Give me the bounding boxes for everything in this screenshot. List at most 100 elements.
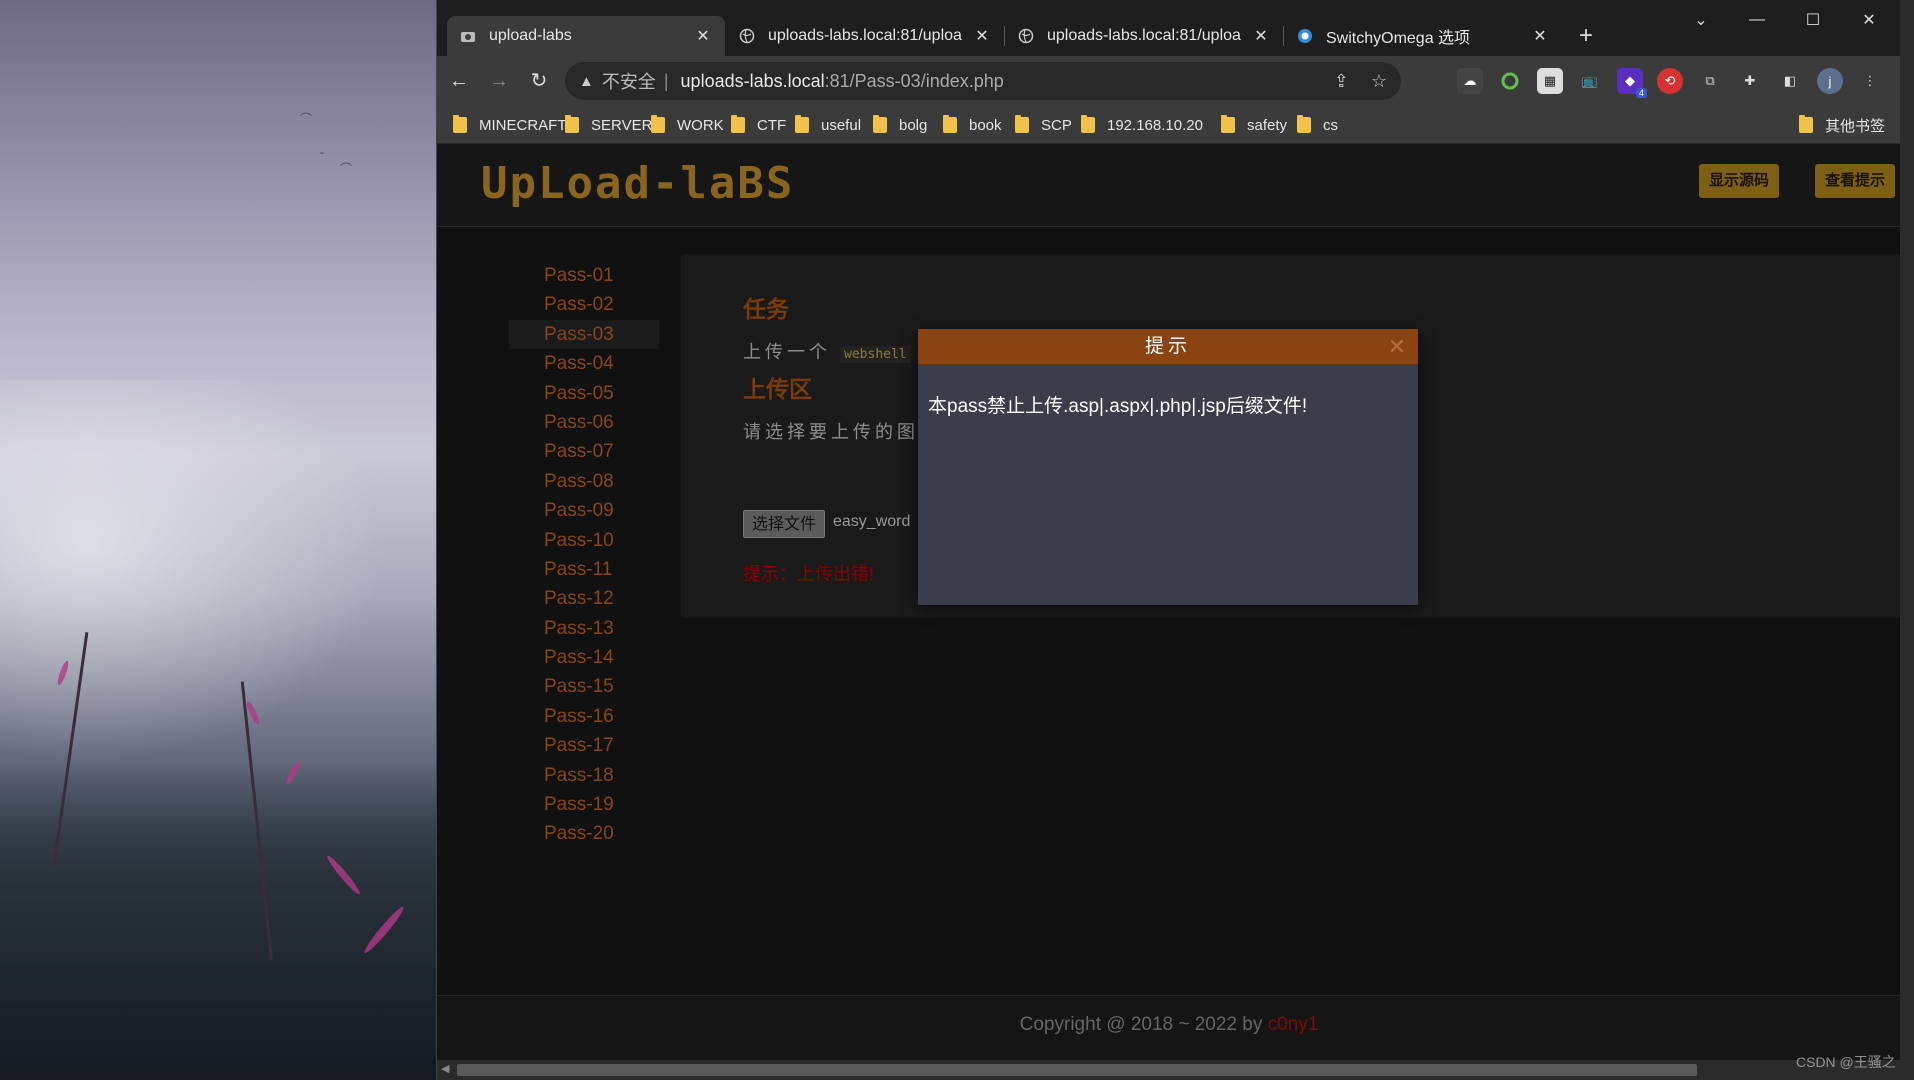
extension-ring-icon[interactable]: [1497, 68, 1523, 94]
sidebar-item-pass-07[interactable]: Pass-07: [509, 437, 659, 466]
tab-uploads-labs-1[interactable]: uploads-labs.local:81/uploa ✕: [726, 16, 1004, 56]
profile-avatar[interactable]: j: [1817, 68, 1843, 94]
scroll-left-icon[interactable]: ◀: [441, 1062, 449, 1075]
back-arrow-icon[interactable]: ←: [443, 65, 475, 97]
more-menu-icon[interactable]: ⋮: [1857, 68, 1883, 94]
browser-window: upload-labs ✕ uploads-labs.local:81/uplo…: [436, 0, 1901, 1080]
minimize-button[interactable]: —: [1729, 0, 1785, 40]
extension-cloud-icon[interactable]: ☁: [1457, 68, 1483, 94]
sidebar-item-pass-18[interactable]: Pass-18: [509, 761, 659, 790]
show-source-button[interactable]: 显示源码: [1699, 164, 1780, 198]
selected-file-name: easy_word: [833, 513, 911, 530]
extension-badge: 4: [1635, 88, 1647, 98]
close-window-button[interactable]: ✕: [1841, 0, 1897, 40]
bookmark-folder[interactable]: CTF: [731, 114, 786, 136]
sidebar-item-pass-16[interactable]: Pass-16: [509, 702, 659, 731]
security-label[interactable]: 不安全: [602, 68, 656, 94]
bookmark-label: WORK: [677, 116, 724, 134]
extensions-puzzle-icon[interactable]: ✚: [1737, 68, 1763, 94]
bookmark-folder[interactable]: bolg: [873, 114, 927, 136]
bookmark-folder[interactable]: WORK: [651, 114, 724, 136]
url-host: uploads-labs.local: [680, 70, 825, 91]
sidebar-item-pass-13[interactable]: Pass-13: [509, 614, 659, 643]
sidebar-item-pass-09[interactable]: Pass-09: [509, 496, 659, 525]
close-icon[interactable]: ✕: [1388, 329, 1406, 365]
extension-copy-icon[interactable]: ⧉: [1697, 68, 1723, 94]
sidebar-item-pass-03[interactable]: Pass-03: [509, 319, 659, 350]
task-code: webshell: [840, 346, 911, 363]
bookmark-label: bolg: [899, 116, 928, 134]
sidebar-item-pass-08[interactable]: Pass-08: [509, 467, 659, 496]
vertical-scrollbar[interactable]: [1900, 0, 1914, 1080]
globe-icon: [1017, 27, 1035, 45]
bookmark-folder[interactable]: useful: [795, 114, 861, 136]
sidebar-item-pass-04[interactable]: Pass-04: [509, 349, 659, 378]
choose-file-button[interactable]: 选择文件: [743, 510, 826, 538]
horizontal-scrollbar[interactable]: ◀: [437, 1060, 1901, 1080]
folder-icon: [453, 115, 467, 133]
address-bar[interactable]: ▲ 不安全 | uploads-labs.local :81/Pass-03/i…: [565, 62, 1401, 100]
bird-shape: ˇ: [320, 150, 324, 164]
side-panel-icon[interactable]: ◧: [1777, 68, 1803, 94]
folder-icon: [795, 115, 809, 133]
sidebar-item-pass-15[interactable]: Pass-15: [509, 672, 659, 701]
bookmark-folder[interactable]: SCP: [1015, 114, 1072, 136]
tab-title: SwitchyOmega 选项: [1326, 30, 1471, 47]
forward-arrow-icon[interactable]: →: [483, 65, 515, 97]
bookmark-label: CTF: [757, 116, 787, 134]
warning-triangle-icon[interactable]: ▲: [579, 73, 594, 90]
sidebar-item-pass-14[interactable]: Pass-14: [509, 643, 659, 672]
extension-gem-icon[interactable]: ◆ 4: [1617, 68, 1647, 98]
bookmark-folder[interactable]: cs: [1297, 114, 1338, 136]
sidebar-item-pass-06[interactable]: Pass-06: [509, 408, 659, 437]
maximize-button[interactable]: ☐: [1785, 0, 1841, 40]
bookmark-folder[interactable]: MINECRAFT: [453, 114, 567, 136]
browser-toolbar: ← → ↻ ▲ 不安全 | uploads-labs.local :81/Pas…: [437, 56, 1901, 106]
sidebar-item-pass-12[interactable]: Pass-12: [509, 584, 659, 613]
site-footer: Copyright @ 2018 ~ 2022 by c0ny1: [437, 995, 1901, 1060]
sidebar-item-pass-19[interactable]: Pass-19: [509, 790, 659, 819]
bookmark-folder[interactable]: safety: [1221, 114, 1287, 136]
tab-strip: upload-labs ✕ uploads-labs.local:81/uplo…: [437, 0, 1901, 56]
bookmark-label: SCP: [1041, 116, 1072, 134]
bookmark-label: cs: [1323, 116, 1338, 134]
extensions-area: ☁ ▦ 📺 ◆ 4 ⟲ ⧉ ✚ ◧ j ⋮: [1457, 65, 1883, 98]
tab-title: uploads-labs.local:81/uploa: [1047, 27, 1241, 44]
share-icon[interactable]: ⇪: [1334, 71, 1349, 92]
close-icon[interactable]: ✕: [972, 26, 992, 46]
sidebar-item-pass-17[interactable]: Pass-17: [509, 731, 659, 760]
bookmark-label: MINECRAFT: [479, 116, 567, 134]
tab-uploads-labs-2[interactable]: uploads-labs.local:81/uploa ✕: [1005, 16, 1283, 56]
site-logo[interactable]: UpLoad-laBS: [481, 158, 794, 209]
alert-dialog: 提示 ✕ 本pass禁止上传.asp|.aspx|.php|.jsp后缀文件!: [918, 329, 1418, 605]
extension-sync-icon[interactable]: ⟲: [1657, 68, 1683, 94]
wallpaper-mist: [0, 380, 436, 800]
bookmark-folder[interactable]: SERVER: [565, 114, 652, 136]
sidebar-item-pass-11[interactable]: Pass-11: [509, 555, 659, 584]
sidebar-item-pass-02[interactable]: Pass-02: [509, 290, 659, 319]
sidebar-item-pass-10[interactable]: Pass-10: [509, 526, 659, 555]
close-icon[interactable]: ✕: [693, 26, 713, 46]
sidebar-item-pass-20[interactable]: Pass-20: [509, 819, 659, 848]
qr-code-icon[interactable]: ▦: [1537, 68, 1563, 94]
bookmark-star-icon[interactable]: ☆: [1371, 71, 1387, 92]
bookmark-folder[interactable]: 192.168.10.20: [1081, 114, 1203, 136]
view-hint-button[interactable]: 查看提示: [1815, 164, 1896, 198]
tv-extension-icon[interactable]: 📺: [1577, 68, 1603, 94]
sidebar-item-pass-01[interactable]: Pass-01: [509, 261, 659, 290]
other-bookmarks[interactable]: 其他书签: [1799, 114, 1885, 136]
close-icon[interactable]: ✕: [1251, 26, 1271, 46]
tab-upload-labs[interactable]: upload-labs ✕: [447, 16, 725, 56]
close-icon[interactable]: ✕: [1530, 26, 1550, 46]
sidebar-item-pass-05[interactable]: Pass-05: [509, 379, 659, 408]
author-link[interactable]: c0ny1: [1268, 1014, 1319, 1035]
bird-shape: ⌒: [300, 112, 313, 126]
bookmark-label: SERVER: [591, 116, 653, 134]
bookmark-folder[interactable]: book: [943, 114, 1002, 136]
tab-switchyomega[interactable]: SwitchyOmega 选项 ✕: [1284, 16, 1562, 56]
new-tab-button[interactable]: +: [1572, 22, 1600, 50]
web-page: UpLoad-laBS 显示源码 查看提示 Pass-01 Pass-02 Pa…: [437, 144, 1901, 1060]
reload-icon[interactable]: ↻: [523, 65, 555, 97]
tab-search-icon[interactable]: ⌄: [1673, 0, 1729, 40]
scrollbar-thumb[interactable]: [457, 1064, 1697, 1076]
